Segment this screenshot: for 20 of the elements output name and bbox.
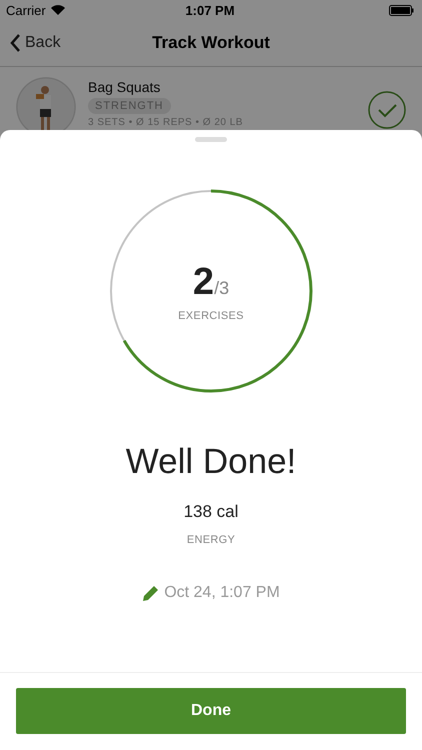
exercise-name: Bag Squats bbox=[88, 79, 162, 95]
workout-date: Oct 24, 1:07 PM bbox=[164, 584, 280, 602]
completed-count: 2 bbox=[192, 260, 214, 304]
total-count: /3 bbox=[214, 278, 230, 298]
exercises-label: EXERCISES bbox=[178, 310, 244, 322]
done-button[interactable]: Done bbox=[16, 688, 406, 734]
chevron-left-icon bbox=[10, 34, 21, 52]
pencil-icon[interactable] bbox=[142, 584, 160, 602]
wifi-icon bbox=[50, 5, 65, 15]
back-button[interactable]: Back bbox=[10, 34, 61, 52]
screen-title: Track Workout bbox=[152, 33, 270, 53]
energy-label: ENERGY bbox=[186, 534, 236, 546]
battery-icon bbox=[388, 4, 414, 16]
headline: Well Done! bbox=[126, 442, 296, 482]
checkmark-circle-icon[interactable] bbox=[368, 91, 406, 129]
exercise-details: 3 SETS • Ø 15 REPS • Ø 20 LB bbox=[88, 117, 244, 128]
status-time: 1:07 PM bbox=[185, 2, 235, 18]
carrier-label: Carrier bbox=[6, 2, 46, 18]
sheet-handle[interactable] bbox=[195, 137, 227, 142]
energy-value: 138 cal bbox=[184, 502, 238, 522]
